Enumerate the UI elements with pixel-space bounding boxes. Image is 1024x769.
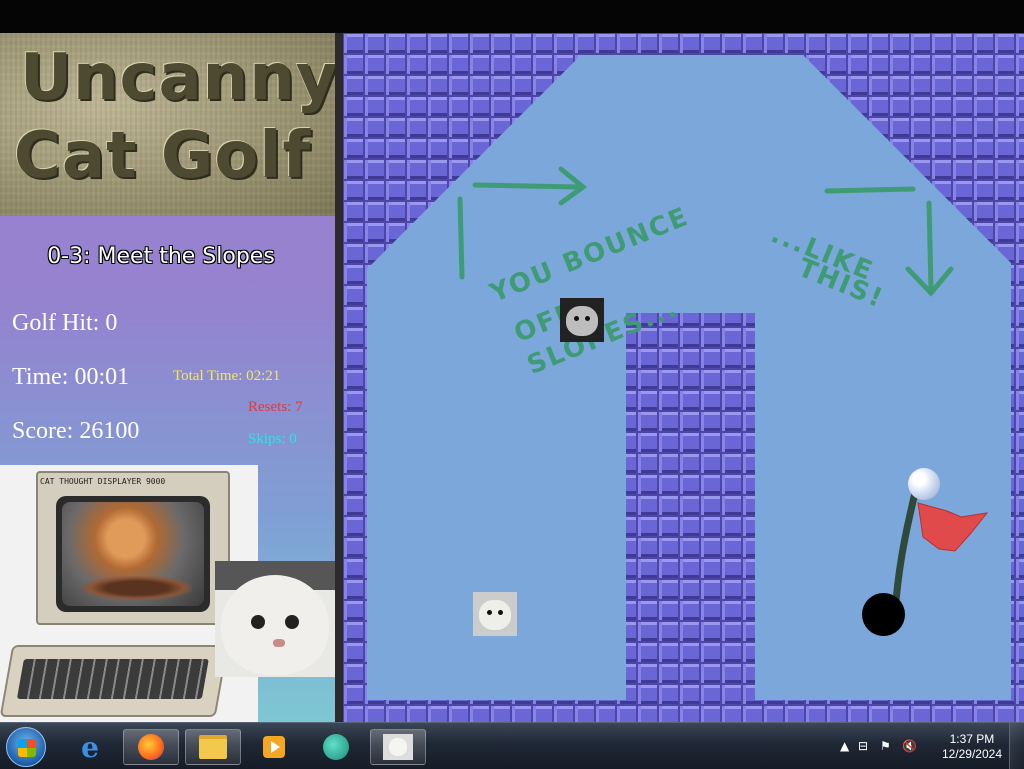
logo-line-2: Cat Golf	[13, 119, 312, 193]
firefox-glyph-icon	[138, 734, 164, 760]
flag-top-ball	[908, 468, 940, 500]
score-counter: Score: 26100	[12, 418, 140, 444]
skips-counter: Skips: 0	[248, 431, 297, 447]
logo-line-1: Uncanny	[20, 41, 335, 115]
monitor-screen	[56, 496, 210, 612]
app-icon[interactable]	[308, 729, 364, 765]
clock-time: 1:37 PM	[949, 732, 995, 746]
network-icon[interactable]: ⊟	[858, 739, 868, 753]
panel-divider	[335, 33, 343, 722]
internet-explorer-icon[interactable]: e	[62, 729, 118, 765]
taskbar: e ▲ ⊟ ⚑ 🔇 1:37 PM 12/29/2024	[0, 722, 1024, 769]
system-tray: ▲ ⊟ ⚑ 🔇 1:37 PM 12/29/2024	[834, 723, 1024, 769]
firefox-icon[interactable]	[123, 729, 179, 765]
top-black-bar	[0, 0, 1024, 33]
ie-glyph-icon: e	[81, 730, 99, 764]
clock[interactable]: 1:37 PM 12/29/2024	[942, 732, 1002, 762]
media-glyph-icon	[263, 736, 285, 758]
resets-counter: Resets: 7	[248, 399, 303, 415]
show-desktop-button[interactable]	[1009, 723, 1024, 769]
cat-thumbnail-icon	[383, 734, 413, 760]
total-time: Total Time: 02:21	[173, 368, 281, 384]
level-title: 0-3: Meet the Slopes	[47, 244, 275, 269]
flag-icon	[891, 489, 989, 617]
monitor-shell: CAT THOUGHT DISPLAYER 9000	[36, 471, 230, 625]
start-icon[interactable]	[6, 727, 46, 767]
cat-photo	[62, 502, 204, 606]
cat-face	[221, 575, 329, 675]
app-glyph-icon	[323, 734, 349, 760]
time-counter: Time: 00:01	[12, 364, 130, 390]
cat-face-portrait	[215, 561, 335, 677]
volume-muted-icon[interactable]: 🔇	[902, 739, 917, 753]
game-logo: Uncanny Cat Golf	[0, 33, 335, 216]
clock-date: 12/29/2024	[941, 747, 1002, 761]
golf-hole	[862, 593, 905, 636]
file-explorer-icon[interactable]	[185, 729, 241, 765]
monitor-label: CAT THOUGHT DISPLAYER 9000	[40, 477, 166, 486]
folder-icon	[199, 735, 227, 759]
windows-logo-icon	[18, 739, 36, 757]
game-field[interactable]: YOU BOUNCE OFF SLOPES... ...LIKE THIS!	[343, 33, 1024, 722]
golf-hit-counter: Golf Hit: 0	[12, 310, 118, 336]
media-player-icon[interactable]	[246, 729, 302, 765]
keyboard-keys	[16, 659, 209, 699]
cat-eye-left	[251, 615, 265, 629]
action-center-flag-icon[interactable]: ⚑	[880, 739, 891, 753]
show-hidden-icons-icon[interactable]: ▲	[840, 739, 849, 753]
keyboard-image	[0, 645, 229, 717]
cat-eye-right	[285, 615, 299, 629]
cat-golf-icon[interactable]	[370, 729, 426, 765]
cat-nose	[273, 639, 285, 647]
